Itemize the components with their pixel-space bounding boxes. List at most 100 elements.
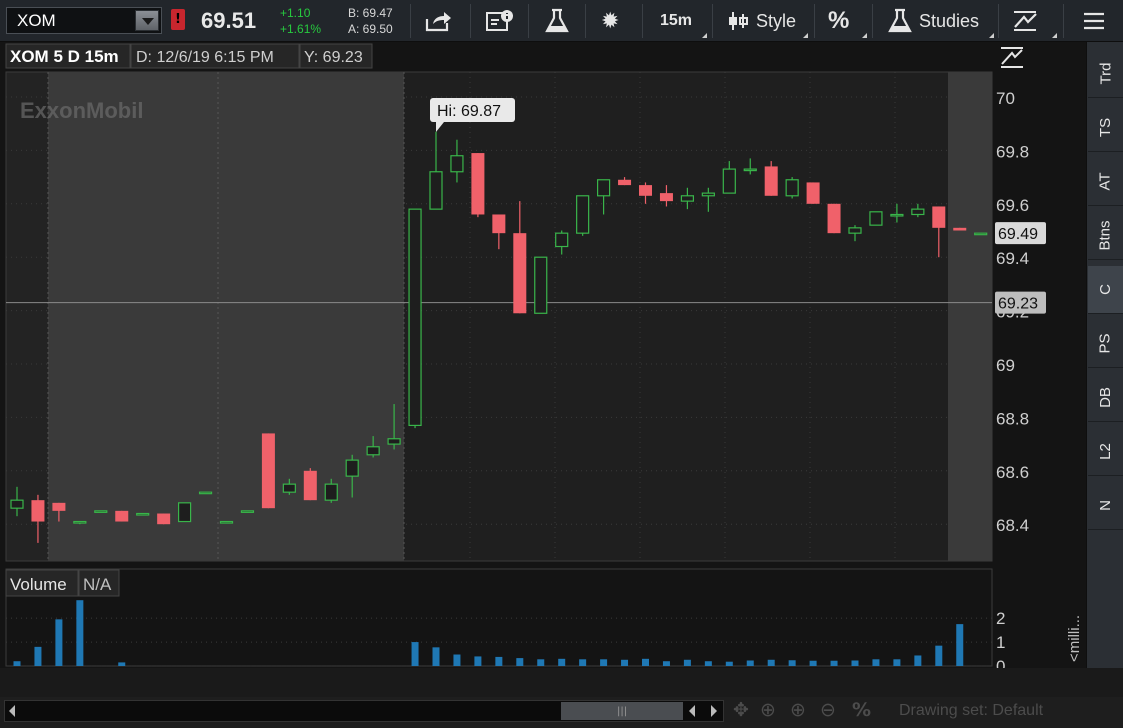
candle-body[interactable]	[513, 233, 527, 314]
scroll-left-icon[interactable]	[9, 705, 15, 717]
flask-icon	[888, 8, 912, 33]
zoom-in-icon[interactable]: ⊕	[790, 699, 806, 721]
candle-body[interactable]	[261, 433, 275, 509]
candle-body[interactable]	[932, 206, 946, 228]
candle-body[interactable]	[324, 483, 338, 501]
candle-body[interactable]	[366, 446, 380, 456]
flask-button[interactable]	[544, 0, 570, 42]
volume-bar	[914, 655, 922, 666]
share-icon	[425, 12, 451, 32]
crosshair-price-badge-text: 69.23	[998, 296, 1038, 313]
style-dropdown[interactable]: Style	[728, 0, 796, 42]
y-axis-tick: 69.4	[996, 249, 1029, 268]
volume-bar	[683, 659, 691, 666]
session-shade	[404, 72, 948, 561]
side-tab-c[interactable]: C	[1088, 266, 1123, 314]
style-label: Style	[756, 10, 797, 31]
candle-body[interactable]	[639, 185, 652, 196]
candle-body[interactable]	[576, 195, 590, 234]
candle-body[interactable]	[722, 168, 736, 194]
candle-body[interactable]	[219, 520, 234, 524]
scroll-left-icon[interactable]	[689, 705, 695, 717]
settings-button[interactable]: ✹	[601, 0, 619, 42]
candle-body[interactable]	[94, 510, 108, 513]
candle-body[interactable]	[848, 227, 862, 234]
menu-button[interactable]	[1084, 0, 1104, 42]
chevron-down-icon[interactable]	[135, 10, 159, 31]
candle-body[interactable]	[198, 491, 213, 495]
candle-body[interactable]	[136, 512, 150, 516]
alert-icon[interactable]: !	[171, 9, 185, 30]
drawing-set-label[interactable]: Drawing set: Default	[899, 702, 1043, 720]
symbol-input[interactable]: XOM	[17, 11, 56, 31]
candle-body[interactable]	[743, 168, 757, 172]
candle-body[interactable]	[429, 171, 443, 210]
side-tab-n[interactable]: N	[1088, 482, 1123, 530]
volume-bar	[474, 656, 482, 666]
candle-body[interactable]	[282, 483, 296, 493]
candle-body[interactable]	[157, 513, 171, 525]
volume-bar	[725, 661, 733, 666]
candle-body[interactable]	[52, 502, 66, 511]
candle-body[interactable]	[659, 193, 673, 202]
candle-body[interactable]	[450, 155, 464, 173]
side-tab-ts[interactable]: TS	[1088, 104, 1123, 152]
candle-body[interactable]	[890, 213, 904, 217]
candle-body[interactable]	[974, 232, 988, 236]
chart-info-button[interactable]	[485, 0, 515, 42]
candle-body[interactable]	[387, 438, 401, 445]
candle-body[interactable]	[73, 520, 87, 524]
candle-body[interactable]	[806, 182, 820, 204]
horizontal-scrollbar[interactable]: |||	[4, 700, 724, 722]
scrollbar-thumb[interactable]: |||	[561, 702, 683, 720]
candle-body[interactable]	[303, 470, 317, 501]
side-tab-trd[interactable]: Trd	[1088, 50, 1123, 98]
percent-zoom-icon[interactable]: %	[852, 699, 871, 721]
candle-body[interactable]	[345, 459, 359, 477]
side-tab-ps[interactable]: PS	[1088, 320, 1123, 368]
candle-body[interactable]	[10, 499, 24, 509]
candle-body[interactable]	[764, 166, 778, 196]
side-tab-at[interactable]: AT	[1088, 158, 1123, 206]
candle-body[interactable]	[827, 203, 841, 234]
candle-body[interactable]	[408, 208, 422, 427]
side-tab-label: Btns	[1096, 220, 1114, 251]
candle-body[interactable]	[911, 208, 925, 216]
crosshair-icon[interactable]: ⊕	[760, 699, 776, 721]
candle-body[interactable]	[785, 179, 799, 197]
scroll-right-icon[interactable]	[711, 705, 717, 717]
candle-body[interactable]	[596, 179, 611, 197]
candle-body[interactable]	[115, 510, 129, 522]
candle-body[interactable]	[31, 500, 45, 522]
volume-bar	[662, 661, 670, 666]
candle-body[interactable]	[492, 214, 506, 234]
side-tabs: Trd TS AT Btns C PS DB L2 N	[1086, 42, 1123, 668]
percent-button[interactable]: %	[828, 0, 849, 42]
interval-dropdown[interactable]: 15m	[660, 0, 692, 42]
move-icon[interactable]: ✥	[733, 699, 749, 721]
zoom-out-icon[interactable]: ⊖	[820, 699, 836, 721]
side-tab-label: C	[1097, 284, 1114, 295]
share-button[interactable]	[424, 0, 452, 42]
candle-body[interactable]	[555, 232, 569, 248]
candle-body[interactable]	[178, 502, 192, 523]
price-chart[interactable]: XOM 5 D 15m D: 12/6/19 6:15 PM Y: 69.23 Exx…	[0, 42, 1086, 692]
candle-body[interactable]	[471, 153, 485, 215]
volume-axis-tick: 2	[996, 609, 1005, 628]
volume-bar	[809, 660, 817, 666]
side-tab-l2[interactable]: L2	[1088, 428, 1123, 476]
studies-dropdown[interactable]: Studies	[888, 0, 979, 42]
candle-body[interactable]	[953, 227, 967, 231]
candle-body[interactable]	[240, 510, 255, 513]
candle-body[interactable]	[618, 179, 632, 186]
chart-area[interactable]: XOM 5 D 15m D: 12/6/19 6:15 PM Y: 69.23 Exx…	[0, 42, 1086, 692]
side-tab-db[interactable]: DB	[1088, 374, 1123, 422]
candle-body[interactable]	[680, 195, 695, 202]
candle-body[interactable]	[534, 256, 548, 314]
bid-price: B: 69.47	[348, 6, 393, 20]
candle-body[interactable]	[869, 211, 883, 226]
drawing-tools-button[interactable]	[1012, 0, 1038, 42]
side-tab-btns[interactable]: Btns	[1088, 212, 1123, 260]
symbol-selector[interactable]: XOM	[6, 7, 162, 34]
candle-body[interactable]	[701, 192, 715, 197]
